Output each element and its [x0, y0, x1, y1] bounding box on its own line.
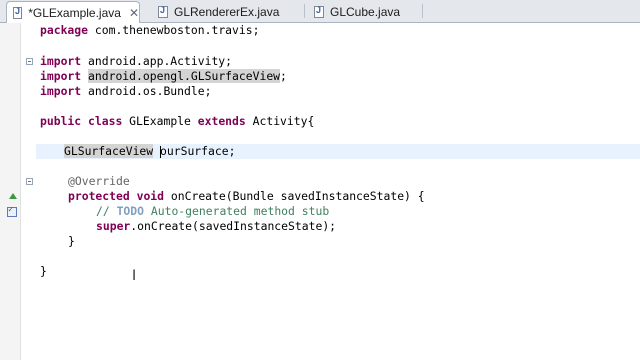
java-file-icon: [314, 5, 324, 18]
code-line-super-call: super.onCreate(savedInstanceState);: [96, 219, 336, 234]
keyword: extends: [197, 114, 246, 128]
code-text: android.os.Bundle;: [81, 84, 212, 98]
tab-separator: [422, 4, 423, 18]
code-text: o: [160, 144, 167, 158]
tab-glexample[interactable]: *GLExample.java ✕: [6, 1, 140, 23]
fold-minus-icon[interactable]: [26, 178, 33, 185]
keyword: super: [96, 219, 131, 233]
code-text: }: [68, 234, 75, 248]
code-line-class-declaration: public class GLExample extends Activity{: [40, 114, 314, 129]
keyword: import: [40, 69, 82, 83]
code-text: android.app.Activity;: [81, 54, 233, 68]
tab-label: GLRendererEx.java: [174, 4, 280, 19]
close-tab-icon[interactable]: ✕: [129, 7, 139, 19]
code-text: .onCreate(savedInstanceState);: [130, 219, 337, 233]
i-beam-cursor-icon: I: [132, 268, 137, 284]
annotation-gutter[interactable]: [0, 23, 20, 360]
tab-label: GLCube.java: [330, 4, 401, 19]
gutter-divider: [20, 23, 21, 360]
code-line-package: package com.thenewboston.travis;: [40, 23, 259, 38]
code-line-import-bundle: import android.os.Bundle;: [40, 84, 211, 99]
code-text: onCreate(Bundle savedInstanceState) {: [164, 189, 425, 203]
tab-glcube[interactable]: GLCube.java: [308, 1, 418, 22]
java-file-icon: [13, 6, 23, 19]
keyword: public: [40, 114, 82, 128]
tab-separator: [304, 4, 305, 18]
comment: //: [96, 204, 117, 218]
task-icon[interactable]: [7, 205, 17, 217]
code-line-field-current: GLSurfaceView ourSurface;: [36, 144, 640, 159]
code-text: urSurface;: [166, 144, 236, 158]
code-line-override: @Override: [68, 174, 130, 189]
editor-tab-bar: *GLExample.java ✕ GLRendererEx.java GLCu…: [0, 0, 640, 23]
override-triangle-icon[interactable]: [9, 193, 17, 199]
tab-glrendererex[interactable]: GLRendererEx.java: [152, 1, 302, 22]
fold-minus-icon[interactable]: [26, 58, 33, 65]
keyword: class: [88, 114, 123, 128]
annotation: @Override: [68, 174, 130, 188]
keyword: import: [40, 54, 82, 68]
code-line-import-activity: import android.app.Activity;: [40, 54, 232, 69]
tab-label: *GLExample.java: [28, 5, 121, 20]
code-line-method-close: }: [68, 234, 75, 249]
comment: Auto-generated method stub: [144, 204, 330, 218]
keyword: protected: [68, 189, 130, 203]
code-editor[interactable]: package com.thenewboston.travis; import …: [0, 23, 640, 360]
code-text: }: [40, 264, 47, 278]
keyword: package: [40, 23, 89, 37]
code-line-import-glsurfaceview: import android.opengl.GLSurfaceView;: [40, 69, 287, 84]
code-text: ;: [280, 69, 287, 83]
keyword: import: [40, 84, 82, 98]
occurrence-highlight: android.opengl.GLSurfaceView: [88, 69, 281, 83]
code-line-todo-comment: // TODO Auto-generated method stub: [96, 204, 329, 219]
keyword: void: [136, 189, 165, 203]
code-text: GLExample: [122, 114, 198, 128]
code-text: Activity{: [245, 114, 315, 128]
code-line-class-close: }: [40, 264, 47, 279]
java-file-icon: [158, 5, 168, 18]
code-line-oncreate-signature: protected void onCreate(Bundle savedInst…: [68, 189, 425, 204]
todo-tag: TODO: [116, 204, 145, 218]
occurrence-highlight: GLSurfaceView: [64, 144, 154, 158]
code-text: com.thenewboston.travis;: [88, 23, 260, 37]
